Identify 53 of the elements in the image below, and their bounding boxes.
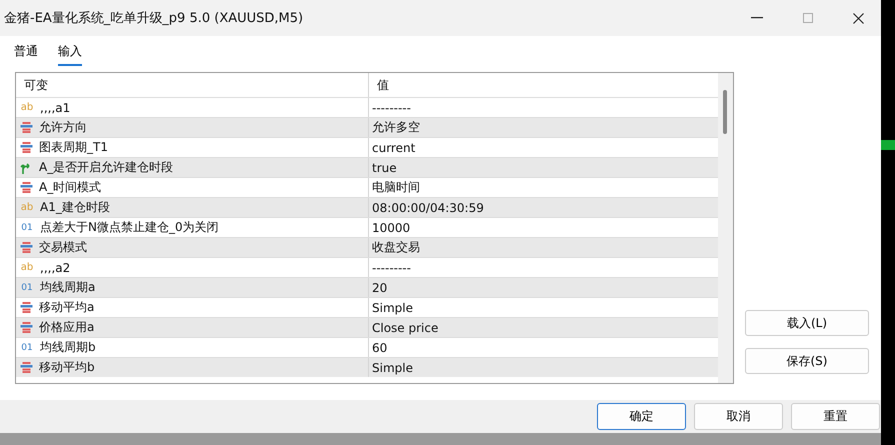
parameter-name: 移动平均b: [39, 359, 95, 376]
column-header[interactable]: 可变: [16, 73, 368, 97]
parameter-value[interactable]: 08:00:00/04:30:59: [372, 200, 484, 214]
text-type-icon: ab: [20, 102, 34, 113]
number-type-icon: 01: [20, 342, 34, 352]
dialog-button[interactable]: 取消: [694, 403, 783, 430]
number-type-icon: 01: [20, 222, 34, 232]
parameter-name: 价格应用a: [39, 319, 94, 336]
parameter-value[interactable]: 收盘交易: [372, 239, 420, 256]
parameter-value[interactable]: true: [372, 160, 397, 174]
parameter-value[interactable]: 20: [372, 280, 388, 294]
parameter-name: 交易模式: [39, 239, 87, 256]
parameter-value[interactable]: 允许多空: [372, 119, 420, 136]
text-type-icon: ab: [20, 202, 34, 213]
parameter-name: 均线周期a: [40, 279, 96, 296]
parameter-name: ,,,,a1: [40, 100, 70, 114]
text-type-icon: ab: [20, 262, 34, 273]
close-icon[interactable]: [853, 12, 864, 24]
parameter-value[interactable]: 10000: [372, 220, 410, 234]
list-icon: [20, 302, 33, 313]
parameter-value[interactable]: current: [372, 140, 416, 154]
list-icon: [20, 142, 33, 153]
parameter-value[interactable]: Close price: [372, 320, 438, 334]
dialog-button[interactable]: 重置: [791, 403, 880, 430]
dialog-button[interactable]: 确定: [597, 403, 686, 430]
parameter-value[interactable]: ---------: [372, 100, 411, 114]
minimize-icon[interactable]: [751, 17, 763, 19]
list-icon: [20, 182, 33, 193]
parameter-name: 允许方向: [39, 119, 87, 136]
parameter-name: 均线周期b: [40, 339, 96, 356]
parameter-value[interactable]: ---------: [372, 260, 411, 274]
scrollbar[interactable]: [718, 73, 733, 383]
parameter-name: 图表周期_T1: [39, 139, 108, 156]
list-icon: [20, 362, 33, 373]
window-title: 金猪-EA量化系统_吃单升级_p9 5.0 (XAUUSD,M5): [4, 10, 304, 27]
number-type-icon: 01: [20, 282, 34, 292]
parameter-name: 移动平均a: [39, 299, 94, 316]
parameter-name: A1_建仓时段: [40, 199, 110, 216]
tab[interactable]: 输入: [58, 43, 82, 66]
parameter-value[interactable]: 60: [372, 340, 388, 354]
dialog-button[interactable]: 载入(L): [745, 310, 869, 336]
parameter-value[interactable]: Simple: [372, 360, 413, 374]
parameter-name: ,,,,a2: [40, 260, 70, 274]
parameter-name: A_时间模式: [39, 179, 102, 196]
parameter-name: A_是否开启允许建仓时段: [39, 159, 174, 176]
parameter-value[interactable]: Simple: [372, 300, 413, 314]
list-icon: [20, 242, 33, 253]
parameter-value[interactable]: 电脑时间: [372, 179, 420, 196]
dialog-button[interactable]: 保存(S): [745, 348, 869, 374]
parameter-name: 点差大于N微点禁止建仓_0为关闭: [40, 219, 219, 236]
list-icon: [20, 322, 33, 333]
tab[interactable]: 普通: [14, 43, 38, 66]
list-icon: [20, 122, 33, 133]
